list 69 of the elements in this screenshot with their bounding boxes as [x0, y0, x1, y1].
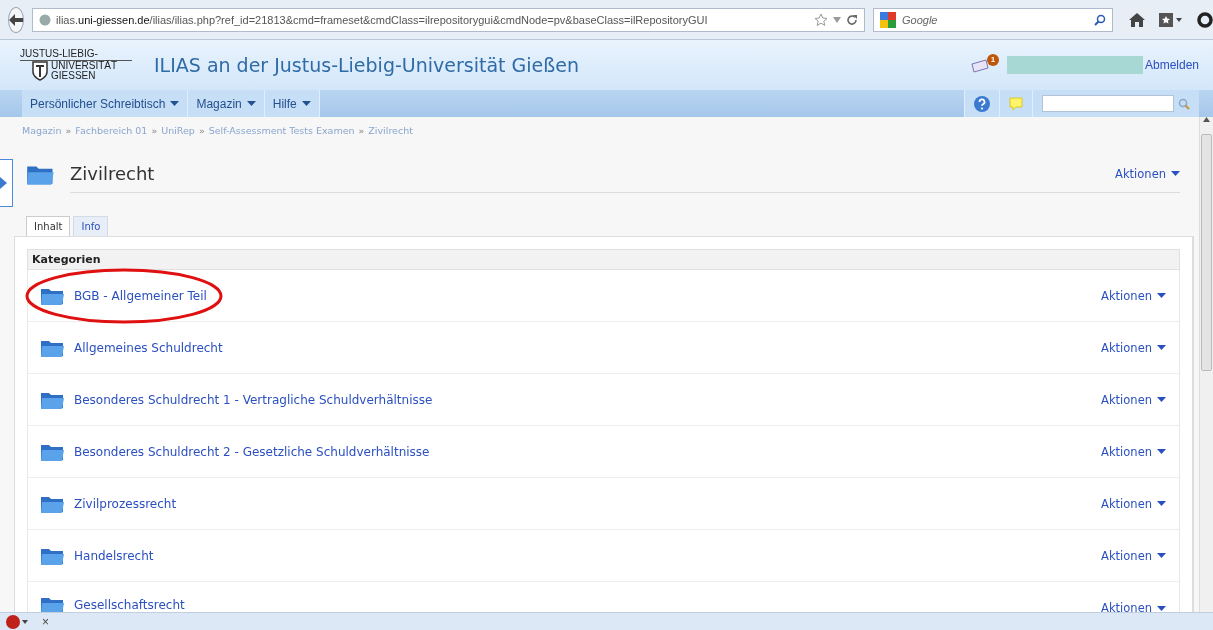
actions-menu[interactable]: Aktionen	[1101, 392, 1166, 407]
page-title: Zivilrecht	[70, 163, 156, 184]
separator: »	[151, 125, 158, 136]
category-link[interactable]: Besonderes Schuldrecht 1 - Vertragliche Schuldverhältnisse	[74, 392, 433, 407]
search-icon[interactable]	[1094, 13, 1106, 26]
category-link[interactable]: Zivilprozessrecht	[74, 496, 177, 511]
search-input[interactable]	[1042, 95, 1174, 112]
reload-icon[interactable]	[846, 13, 858, 26]
mail-icon[interactable]	[970, 59, 989, 73]
category-link[interactable]: Gesellschaftsrecht	[74, 598, 185, 612]
logout-link[interactable]: Abmelden	[1144, 58, 1199, 72]
search-engine-icon	[880, 11, 896, 28]
actions-menu[interactable]: Aktionen	[1101, 496, 1166, 511]
sidebar-toggle[interactable]	[0, 159, 13, 207]
address-bar[interactable]: ilias.uni-giessen.de/ilias/ilias.php?ref_id=21813&cmd=frameset&cmdClass=ilrepositorygui&cmdNode=pv&baseClass=ilRepositoryGUI	[32, 7, 865, 32]
separator: »	[358, 125, 365, 136]
caret-icon	[1157, 553, 1166, 558]
caret-icon	[301, 101, 311, 106]
caret-icon	[1157, 345, 1166, 350]
home-icon[interactable]	[1129, 12, 1145, 27]
close-button[interactable]: ×	[42, 615, 49, 629]
help-icon[interactable]	[974, 95, 990, 112]
bookmarks-icon[interactable]	[1159, 12, 1183, 27]
caret-icon	[170, 101, 180, 106]
actions-menu[interactable]: Aktionen	[1101, 548, 1166, 563]
category-row[interactable]: Handelsrecht Aktionen	[28, 530, 1179, 582]
caret-icon	[1157, 293, 1166, 298]
category-link[interactable]: Allgemeines Schuldrecht	[74, 340, 223, 355]
actions-menu[interactable]: Aktionen	[1101, 340, 1166, 355]
shield-icon	[32, 61, 48, 81]
scrollbar[interactable]	[1199, 117, 1213, 612]
actions-menu[interactable]: Aktionen	[1101, 288, 1166, 303]
category-row[interactable]: Besonderes Schuldrecht 1 - Vertragliche Schuldverhältnisse Aktionen	[28, 374, 1179, 426]
site-title: ILIAS an der Justus-Liebig-Universität Gießen	[154, 54, 580, 76]
category-link[interactable]: BGB - Allgemeiner Teil	[74, 288, 207, 303]
actions-menu[interactable]: Aktionen	[1115, 166, 1180, 181]
category-row[interactable]: Allgemeines Schuldrecht Aktionen	[28, 322, 1179, 374]
logo-text: UNIVERSITÄT	[51, 61, 118, 71]
caret-icon	[1157, 449, 1166, 454]
separator: »	[65, 125, 72, 136]
logo-text: GIESSEN	[51, 71, 97, 81]
university-logo[interactable]: JUSTUS-LIEBIG- UNIVERSITÄT GIESSEN	[20, 49, 132, 81]
menu-button[interactable]: Persönlicher Schreibtisch	[22, 90, 189, 117]
tab[interactable]: Info	[73, 216, 109, 236]
category-row[interactable]: BGB - Allgemeiner Teil Aktionen	[28, 270, 1179, 322]
category-row[interactable]: Besonderes Schuldrecht 2 - Gesetzliche Schuldverhältnisse Aktionen	[28, 426, 1179, 478]
tab[interactable]: Inhalt	[26, 216, 71, 236]
category-link[interactable]: Handelsrecht	[74, 548, 154, 563]
caret-icon	[1171, 171, 1180, 176]
caret-icon	[1157, 501, 1166, 506]
back-button[interactable]	[8, 6, 24, 33]
menu-button[interactable]: Hilfe	[264, 90, 320, 117]
notification-badge: 1	[986, 54, 999, 66]
actions-menu[interactable]: Aktionen	[1101, 444, 1166, 459]
caret-icon	[246, 101, 256, 106]
star-icon[interactable]	[814, 12, 828, 27]
folder-icon	[40, 595, 66, 612]
triangle-icon	[0, 177, 7, 189]
ring-icon[interactable]	[1197, 11, 1213, 28]
category-link[interactable]: Besonderes Schuldrecht 2 - Gesetzliche Schuldverhältnisse	[74, 444, 430, 459]
menu-button[interactable]: Magazin	[188, 90, 265, 117]
caret-icon	[1157, 397, 1166, 402]
url-text: ilias.uni-giessen.de/ilias/ilias.php?ref_id=21813&cmd=frameset&cmdClass=ilrepositorygui&cmdNode=pv&baseClass=ilRepositoryGUI	[56, 13, 709, 26]
caret-icon[interactable]	[833, 16, 841, 23]
separator: »	[198, 125, 205, 136]
actions-menu[interactable]: Aktionen	[1101, 601, 1166, 612]
search-field[interactable]: Google	[873, 7, 1113, 32]
category-row[interactable]: Zivilprozessrecht Aktionen	[28, 478, 1179, 530]
section-header: Kategorien	[27, 249, 1180, 270]
